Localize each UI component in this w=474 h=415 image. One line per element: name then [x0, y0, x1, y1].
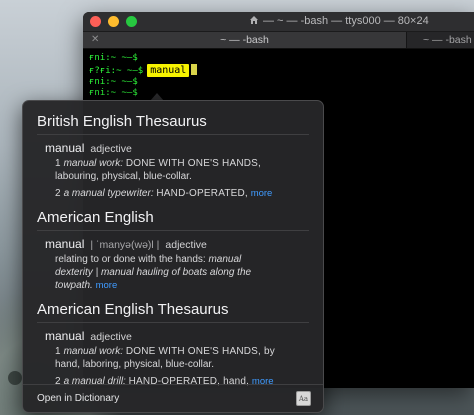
definition-example: dexterity	[55, 267, 93, 278]
tab-bash-2[interactable]: ~ — -bash	[407, 32, 474, 48]
tab-close-icon[interactable]: ✕	[91, 32, 99, 48]
prompt-line: ғ?ғі:~ ~—$ manual	[89, 64, 474, 77]
tab-bash-1[interactable]: ✕ ~ — -bash	[83, 32, 407, 48]
definition: relating to or done with the hands: manu…	[55, 253, 309, 292]
headword-line: manual | ˈmanyə(wə)l | adjective	[45, 237, 309, 251]
sense-1: 1 manual work: DONE WITH ONE'S HANDS, by …	[55, 345, 309, 371]
prompt-line: ғnі:~ ~—$	[89, 53, 138, 63]
definition-example: manual	[208, 254, 242, 265]
section-american-thesaurus: American English Thesaurus manual adjecti…	[37, 301, 309, 388]
sense-continuation: labouring, physical, blue-collar.	[55, 171, 192, 182]
headword: manual	[45, 141, 85, 155]
popover-footer: Open in Dictionary Aa	[23, 384, 323, 412]
headword-line: manual adjective	[45, 329, 309, 343]
prompt-line: ғnі:~ ~—$	[89, 77, 138, 87]
sense-1: 1 manual work: DONE WITH ONE'S HANDS, lab…	[55, 157, 309, 183]
tab-label: ~ — -bash	[220, 34, 269, 46]
sense-number: 1	[55, 346, 61, 357]
selected-word-highlight[interactable]: manual	[147, 64, 190, 77]
sense-number: 2	[55, 188, 61, 199]
zoom-button[interactable]	[126, 16, 137, 27]
sense-synonyms: HAND-OPERATED,	[156, 188, 248, 199]
window-title-text: — ~ — -bash — ttys000 — 80×24	[263, 15, 429, 27]
prompt-text: ғ?ғі:~ ~—$	[89, 66, 144, 76]
definition-text: relating to or done with the hands:	[55, 254, 206, 265]
headword-line: manual adjective	[45, 141, 309, 155]
prompt-line: ғnі:~ ~—$	[89, 88, 138, 98]
pronunciation: | ˈmanyə(wə)l |	[90, 239, 160, 251]
section-title: American English Thesaurus	[37, 301, 309, 323]
traffic-lights	[90, 16, 137, 27]
home-folder-icon	[250, 16, 258, 24]
more-link[interactable]: more	[251, 188, 273, 199]
sense-number: 1	[55, 158, 61, 169]
part-of-speech: adjective	[90, 331, 132, 343]
terminal-output[interactable]: ғnі:~ ~—$ ғ?ғі:~ ~—$ manual ғnі:~ ~—$ ғnі…	[83, 49, 474, 99]
sense-synonyms: DONE WITH ONE'S HANDS, by	[125, 346, 275, 357]
section-british-thesaurus: British English Thesaurus manual adjectiv…	[37, 113, 309, 200]
sense-example: manual work:	[63, 158, 124, 169]
cursor	[191, 64, 198, 75]
definition-example: | manual hauling of boats along the	[95, 267, 252, 278]
headword: manual	[45, 237, 85, 251]
sense-synonyms: DONE WITH ONE'S HANDS,	[125, 158, 262, 169]
dictionary-popover[interactable]: British English Thesaurus manual adjectiv…	[22, 100, 324, 413]
headword: manual	[45, 329, 85, 343]
part-of-speech: adjective	[90, 143, 132, 155]
window-title: — ~ — -bash — ttys000 — 80×24	[249, 15, 429, 27]
dictionary-app-icon[interactable]: Aa	[296, 391, 311, 406]
part-of-speech: adjective	[165, 239, 207, 251]
definition-example: towpath.	[55, 280, 93, 291]
minimize-button[interactable]	[108, 16, 119, 27]
sense-example: manual work:	[63, 346, 124, 357]
section-title: American English	[37, 209, 309, 231]
close-button[interactable]	[90, 16, 101, 27]
title-bar[interactable]: — ~ — -bash — ttys000 — 80×24	[83, 12, 474, 32]
tab-bar: ✕ ~ — -bash ~ — -bash	[83, 32, 474, 49]
sense-continuation: hand, laboring, physical, blue-collar.	[55, 359, 214, 370]
section-title: British English Thesaurus	[37, 113, 309, 135]
sense-example: a manual typewriter:	[63, 188, 154, 199]
background-tree	[8, 371, 22, 385]
more-link[interactable]: more	[96, 280, 118, 291]
open-in-dictionary-link[interactable]: Open in Dictionary	[37, 393, 119, 404]
tab-label: ~ — -bash	[423, 34, 472, 46]
sense-2: 2a manual typewriter: HAND-OPERATED, mor…	[55, 187, 309, 200]
section-american-english: American English manual | ˈmanyə(wə)l | ad…	[37, 209, 309, 292]
